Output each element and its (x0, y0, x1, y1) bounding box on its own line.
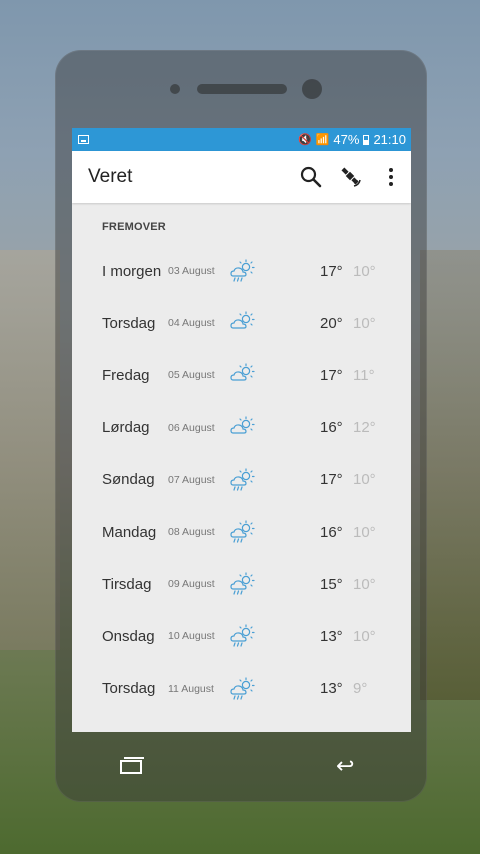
forecast-low-temp: 11° (353, 366, 375, 384)
forecast-date: 07 August (168, 473, 215, 486)
forecast-low-temp: 10° (353, 314, 376, 332)
recent-apps-button[interactable] (120, 757, 144, 774)
forecast-row[interactable]: Torsdag 04 August 20° 10° (72, 297, 411, 349)
forecast-day: Mandag (102, 523, 157, 541)
forecast-high-temp: 13° (320, 627, 343, 645)
forecast-date: 05 August (168, 369, 215, 382)
partly-cloudy-rain-icon (228, 520, 256, 544)
partly-cloudy-rain-icon (228, 676, 256, 701)
forecast-low-temp: 10° (353, 523, 376, 541)
forecast-day: I morgen (102, 262, 162, 280)
partly-cloudy-icon (228, 363, 256, 387)
forecast-day: Tirsdag (102, 575, 152, 593)
phone-speaker (197, 84, 287, 94)
forecast-row[interactable]: Fredag 05 August 17° 11° (72, 349, 411, 401)
partly-cloudy-rain-icon (228, 624, 256, 648)
partly-cloudy-icon (228, 416, 256, 440)
forecast-low-temp: 10° (353, 575, 376, 593)
forecast-day: Onsdag (102, 627, 155, 645)
forecast-high-temp: 13° (320, 680, 343, 698)
forecast-date: 11 August (168, 682, 214, 695)
forecast-row[interactable]: Onsdag 10 August 13° 10° (72, 610, 411, 662)
forecast-high-temp: 15° (320, 575, 343, 593)
partly-cloudy-icon (228, 311, 256, 335)
back-button[interactable]: ↩ (336, 753, 354, 779)
phone-camera (302, 79, 322, 99)
mute-icon: 🔇 (298, 134, 312, 146)
gallery-notification-icon (78, 135, 89, 144)
more-vert-icon (389, 168, 393, 186)
forecast-row[interactable]: Mandag 08 August 16° 10° (72, 506, 411, 558)
forecast-list: I morgen 03 August 17° 10° Torsdag 04 Au… (72, 245, 411, 715)
forecast-day: Torsdag (102, 314, 156, 332)
forecast-day: Lørdag (102, 419, 150, 437)
partly-cloudy-rain-icon (228, 572, 256, 596)
forecast-high-temp: 16° (320, 523, 343, 541)
forecast-date: 09 August (168, 578, 215, 591)
phone-screen: 🔇 📶 47% 21:10 Veret FREMOVER I morgen 03… (72, 128, 411, 732)
search-button[interactable] (291, 157, 331, 197)
forecast-low-temp: 9° (353, 680, 368, 698)
forecast-row[interactable]: I morgen 03 August 17° 10° (72, 245, 411, 297)
wifi-icon: 📶 (315, 134, 330, 146)
forecast-high-temp: 16° (320, 419, 343, 437)
background-blur-right (420, 250, 480, 700)
background-blur-left (0, 250, 60, 650)
partly-cloudy-rain-icon (228, 468, 256, 492)
forecast-high-temp: 17° (320, 262, 343, 280)
forecast-date: 03 August (168, 265, 215, 278)
forecast-row[interactable]: Søndag 07 August 17° 10° (72, 454, 411, 506)
forecast-date: 06 August (168, 421, 215, 434)
forecast-low-temp: 10° (353, 627, 376, 645)
forecast-row[interactable]: Tirsdag 09 August 15° 10° (72, 558, 411, 610)
forecast-low-temp: 10° (353, 471, 376, 489)
clock: 21:10 (373, 132, 406, 147)
forecast-low-temp: 10° (353, 262, 376, 280)
app-title: Veret (88, 166, 133, 187)
search-icon (300, 166, 322, 188)
forecast-day: Søndag (102, 471, 155, 489)
forecast-date: 10 August (168, 630, 215, 643)
partly-cloudy-rain-icon (228, 259, 256, 283)
satellite-icon (341, 167, 361, 187)
overflow-menu-button[interactable] (371, 157, 411, 197)
forecast-high-temp: 17° (320, 471, 343, 489)
app-bar: Veret (72, 151, 411, 203)
forecast-date: 08 August (168, 526, 215, 539)
forecast-low-temp: 12° (353, 419, 376, 437)
forecast-row[interactable]: Lørdag 06 August 16° 12° (72, 402, 411, 454)
forecast-high-temp: 20° (320, 314, 343, 332)
battery-percentage: 47% (333, 132, 360, 147)
forecast-day: Fredag (102, 366, 150, 384)
forecast-high-temp: 17° (320, 366, 343, 384)
forecast-row[interactable]: Torsdag 11 August 13° 9° (72, 663, 411, 715)
battery-icon (363, 134, 370, 145)
forecast-day: Torsdag (102, 680, 156, 698)
location-button[interactable] (331, 157, 371, 197)
status-bar: 🔇 📶 47% 21:10 (72, 128, 411, 151)
section-header: FREMOVER (102, 221, 166, 233)
forecast-date: 04 August (168, 317, 215, 330)
phone-sensor (170, 84, 180, 94)
